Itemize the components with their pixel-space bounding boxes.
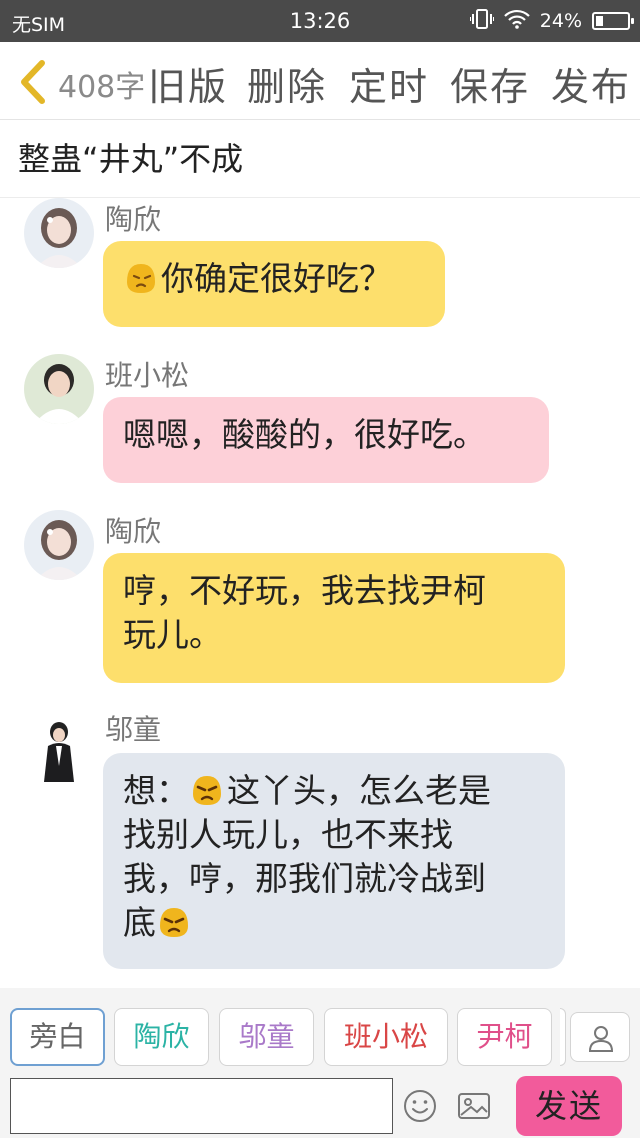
message-text: 这丫头，怎么老是: [227, 771, 491, 810]
image-button[interactable]: [456, 1088, 492, 1124]
message-text: 底: [123, 903, 156, 942]
message-text-line: 想： 这丫头，怎么老是: [123, 769, 545, 813]
add-role-button[interactable]: [570, 1012, 630, 1062]
story-title[interactable]: 整蛊“井丸”不成: [18, 134, 243, 180]
person-icon: [588, 1026, 614, 1052]
confused-face-icon: [123, 260, 159, 296]
chat-area[interactable]: 陶欣 你确定很好吃？ 班小松 嗯嗯，酸酸的，很好吃。 陶欣 哼，不好玩，我去找尹…: [0, 198, 640, 988]
avatar[interactable]: [24, 510, 94, 580]
message-text: 你确定很好吃？: [161, 259, 392, 298]
role-selector: 旁白 陶欣 邬童 班小松 尹柯: [0, 988, 640, 1070]
sender-name: 班小松: [105, 359, 190, 392]
delete-button[interactable]: 删除: [247, 56, 327, 111]
message-text-line: 底: [123, 901, 545, 945]
message-bubble[interactable]: 想： 这丫头，怎么老是 找别人玩儿，也不来找 我，哼，那我们就冷战到 底: [103, 753, 565, 969]
angry-face-icon: [189, 772, 225, 808]
role-wutong-button[interactable]: 邬童: [219, 1008, 314, 1066]
status-bar: 无SIM 13:26 24%: [0, 0, 640, 42]
smiley-icon: [404, 1090, 436, 1122]
message-text-prefix: 想：: [123, 771, 189, 810]
sender-name: 陶欣: [105, 203, 162, 236]
role-taoxin-button[interactable]: 陶欣: [114, 1008, 209, 1066]
old-version-button[interactable]: 旧版: [148, 56, 228, 111]
message-text-line: 玩儿。: [123, 615, 222, 654]
message-bubble[interactable]: 嗯嗯，酸酸的，很好吃。: [103, 397, 549, 483]
message-input[interactable]: [10, 1078, 393, 1134]
battery-icon: [592, 12, 634, 30]
word-count: 408字: [58, 70, 146, 105]
battery-percent: 24%: [539, 10, 582, 32]
timer-button[interactable]: 定时: [349, 56, 429, 111]
back-button[interactable]: [16, 60, 50, 104]
battery-fill: [596, 16, 603, 26]
status-icons: 24%: [468, 8, 634, 35]
publish-button[interactable]: 发布: [551, 56, 631, 111]
vibrate-icon: [468, 8, 495, 35]
title-row[interactable]: 整蛊“井丸”不成: [0, 120, 640, 198]
send-button[interactable]: 发送: [516, 1076, 622, 1136]
avatar[interactable]: [24, 198, 94, 268]
message-text-line: 我，哼，那我们就冷战到: [123, 859, 486, 898]
sender-name: 陶欣: [105, 515, 162, 548]
chevron-left-icon: [21, 60, 45, 104]
wifi-icon: [503, 9, 530, 34]
role-more-edge[interactable]: [560, 1008, 566, 1066]
avatar[interactable]: [24, 716, 94, 786]
message-text-line: 哼，不好玩，我去找尹柯: [123, 571, 486, 610]
role-yinke-button[interactable]: 尹柯: [457, 1008, 552, 1066]
avatar[interactable]: [24, 354, 94, 424]
role-banxiaosong-button[interactable]: 班小松: [324, 1008, 448, 1066]
image-icon: [458, 1093, 490, 1119]
save-button[interactable]: 保存: [450, 56, 530, 111]
message-text: 嗯嗯，酸酸的，很好吃。: [123, 415, 486, 454]
story-editor-screen: 无SIM 13:26 24% 408字 旧版 删除 定时 保存 发布 整蛊“井丸…: [0, 0, 640, 1138]
sender-name: 邬童: [105, 713, 162, 746]
angry-face-icon: [156, 904, 192, 940]
message-bubble[interactable]: 哼，不好玩，我去找尹柯 玩儿。: [103, 553, 565, 683]
input-bar: 发送: [0, 1070, 640, 1138]
emoji-button[interactable]: [402, 1088, 438, 1124]
role-narrator-button[interactable]: 旁白: [10, 1008, 105, 1066]
message-bubble[interactable]: 你确定很好吃？: [103, 241, 445, 327]
editor-toolbar: 408字 旧版 删除 定时 保存 发布: [0, 42, 640, 120]
message-text-line: 找别人玩儿，也不来找: [123, 815, 453, 854]
